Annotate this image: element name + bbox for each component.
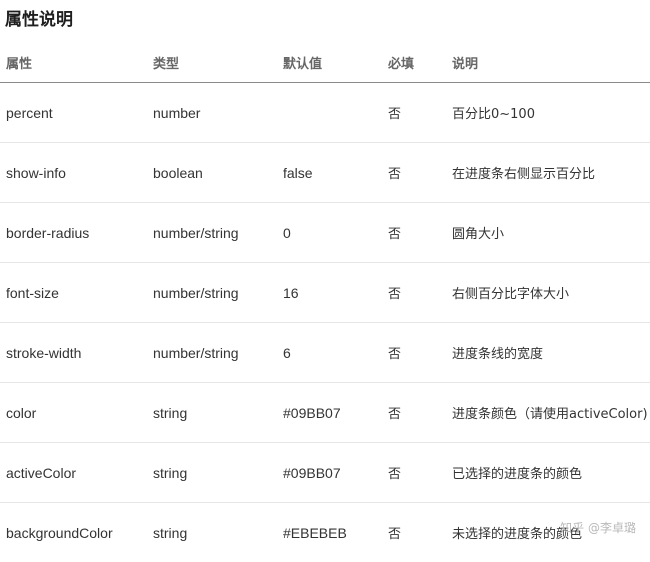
header-type: 类型 (153, 56, 180, 72)
cell-description: 在进度条右侧显示百分比 (452, 167, 596, 182)
cell-attribute: show-info (6, 164, 66, 181)
table-row: show-info boolean false 否 在进度条右侧显示百分比 (0, 143, 650, 203)
cell-attribute: border-radius (6, 224, 90, 241)
cell-type: string (153, 524, 188, 541)
cell-default: 16 (283, 284, 299, 301)
cell-default: #EBEBEB (283, 524, 347, 541)
header-default: 默认值 (283, 56, 323, 72)
cell-description: 已选择的进度条的颜色 (452, 467, 583, 482)
cell-default: 6 (283, 344, 291, 361)
cell-default: #09BB07 (283, 404, 341, 421)
cell-type: number/string (153, 344, 239, 361)
section-title: 属性说明 (5, 10, 73, 30)
header-required: 必填 (388, 56, 415, 72)
cell-description: 右侧百分比字体大小 (452, 287, 570, 302)
table-row: stroke-width number/string 6 否 进度条线的宽度 (0, 323, 650, 383)
cell-type: number/string (153, 224, 239, 241)
header-attribute: 属性 (6, 56, 33, 72)
cell-required: 否 (388, 227, 402, 242)
cell-required: 否 (388, 467, 402, 482)
cell-type: string (153, 464, 188, 481)
cell-attribute: backgroundColor (6, 524, 113, 541)
cell-required: 否 (388, 107, 402, 122)
cell-description: 进度条颜色（请使用activeColor) (452, 407, 648, 422)
cell-description: 进度条线的宽度 (452, 347, 544, 362)
cell-attribute: activeColor (6, 464, 77, 481)
table-row: border-radius number/string 0 否 圆角大小 (0, 203, 650, 263)
cell-default: #09BB07 (283, 464, 341, 481)
table-row: activeColor string #09BB07 否 已选择的进度条的颜色 (0, 443, 650, 503)
cell-description: 圆角大小 (452, 227, 505, 242)
table-row: color string #09BB07 否 进度条颜色（请使用activeCo… (0, 383, 650, 443)
cell-attribute: stroke-width (6, 344, 82, 361)
cell-required: 否 (388, 527, 402, 542)
cell-attribute: color (6, 404, 37, 421)
cell-required: 否 (388, 287, 402, 302)
table-row: percent number 否 百分比0~100 (0, 83, 650, 143)
table-header-row: 属性 类型 默认值 必填 说明 (0, 46, 650, 83)
cell-required: 否 (388, 347, 402, 362)
cell-required: 否 (388, 167, 402, 182)
cell-default: false (283, 164, 313, 181)
cell-required: 否 (388, 407, 402, 422)
cell-default: 0 (283, 224, 291, 241)
cell-attribute: percent (6, 104, 53, 121)
cell-type: boolean (153, 164, 203, 181)
cell-type: string (153, 404, 188, 421)
cell-description: 百分比0~100 (452, 107, 535, 122)
table-row: font-size number/string 16 否 右侧百分比字体大小 (0, 263, 650, 323)
cell-attribute: font-size (6, 284, 59, 301)
attribute-table: 属性 类型 默认值 必填 说明 percent number 否 百分比0~10… (0, 46, 650, 562)
cell-type: number/string (153, 284, 239, 301)
table-row: backgroundColor string #EBEBEB 否 未选择的进度条… (0, 503, 650, 562)
header-description: 说明 (452, 56, 479, 72)
watermark: 知乎 @李卓璐 (560, 521, 636, 535)
cell-type: number (153, 104, 201, 121)
